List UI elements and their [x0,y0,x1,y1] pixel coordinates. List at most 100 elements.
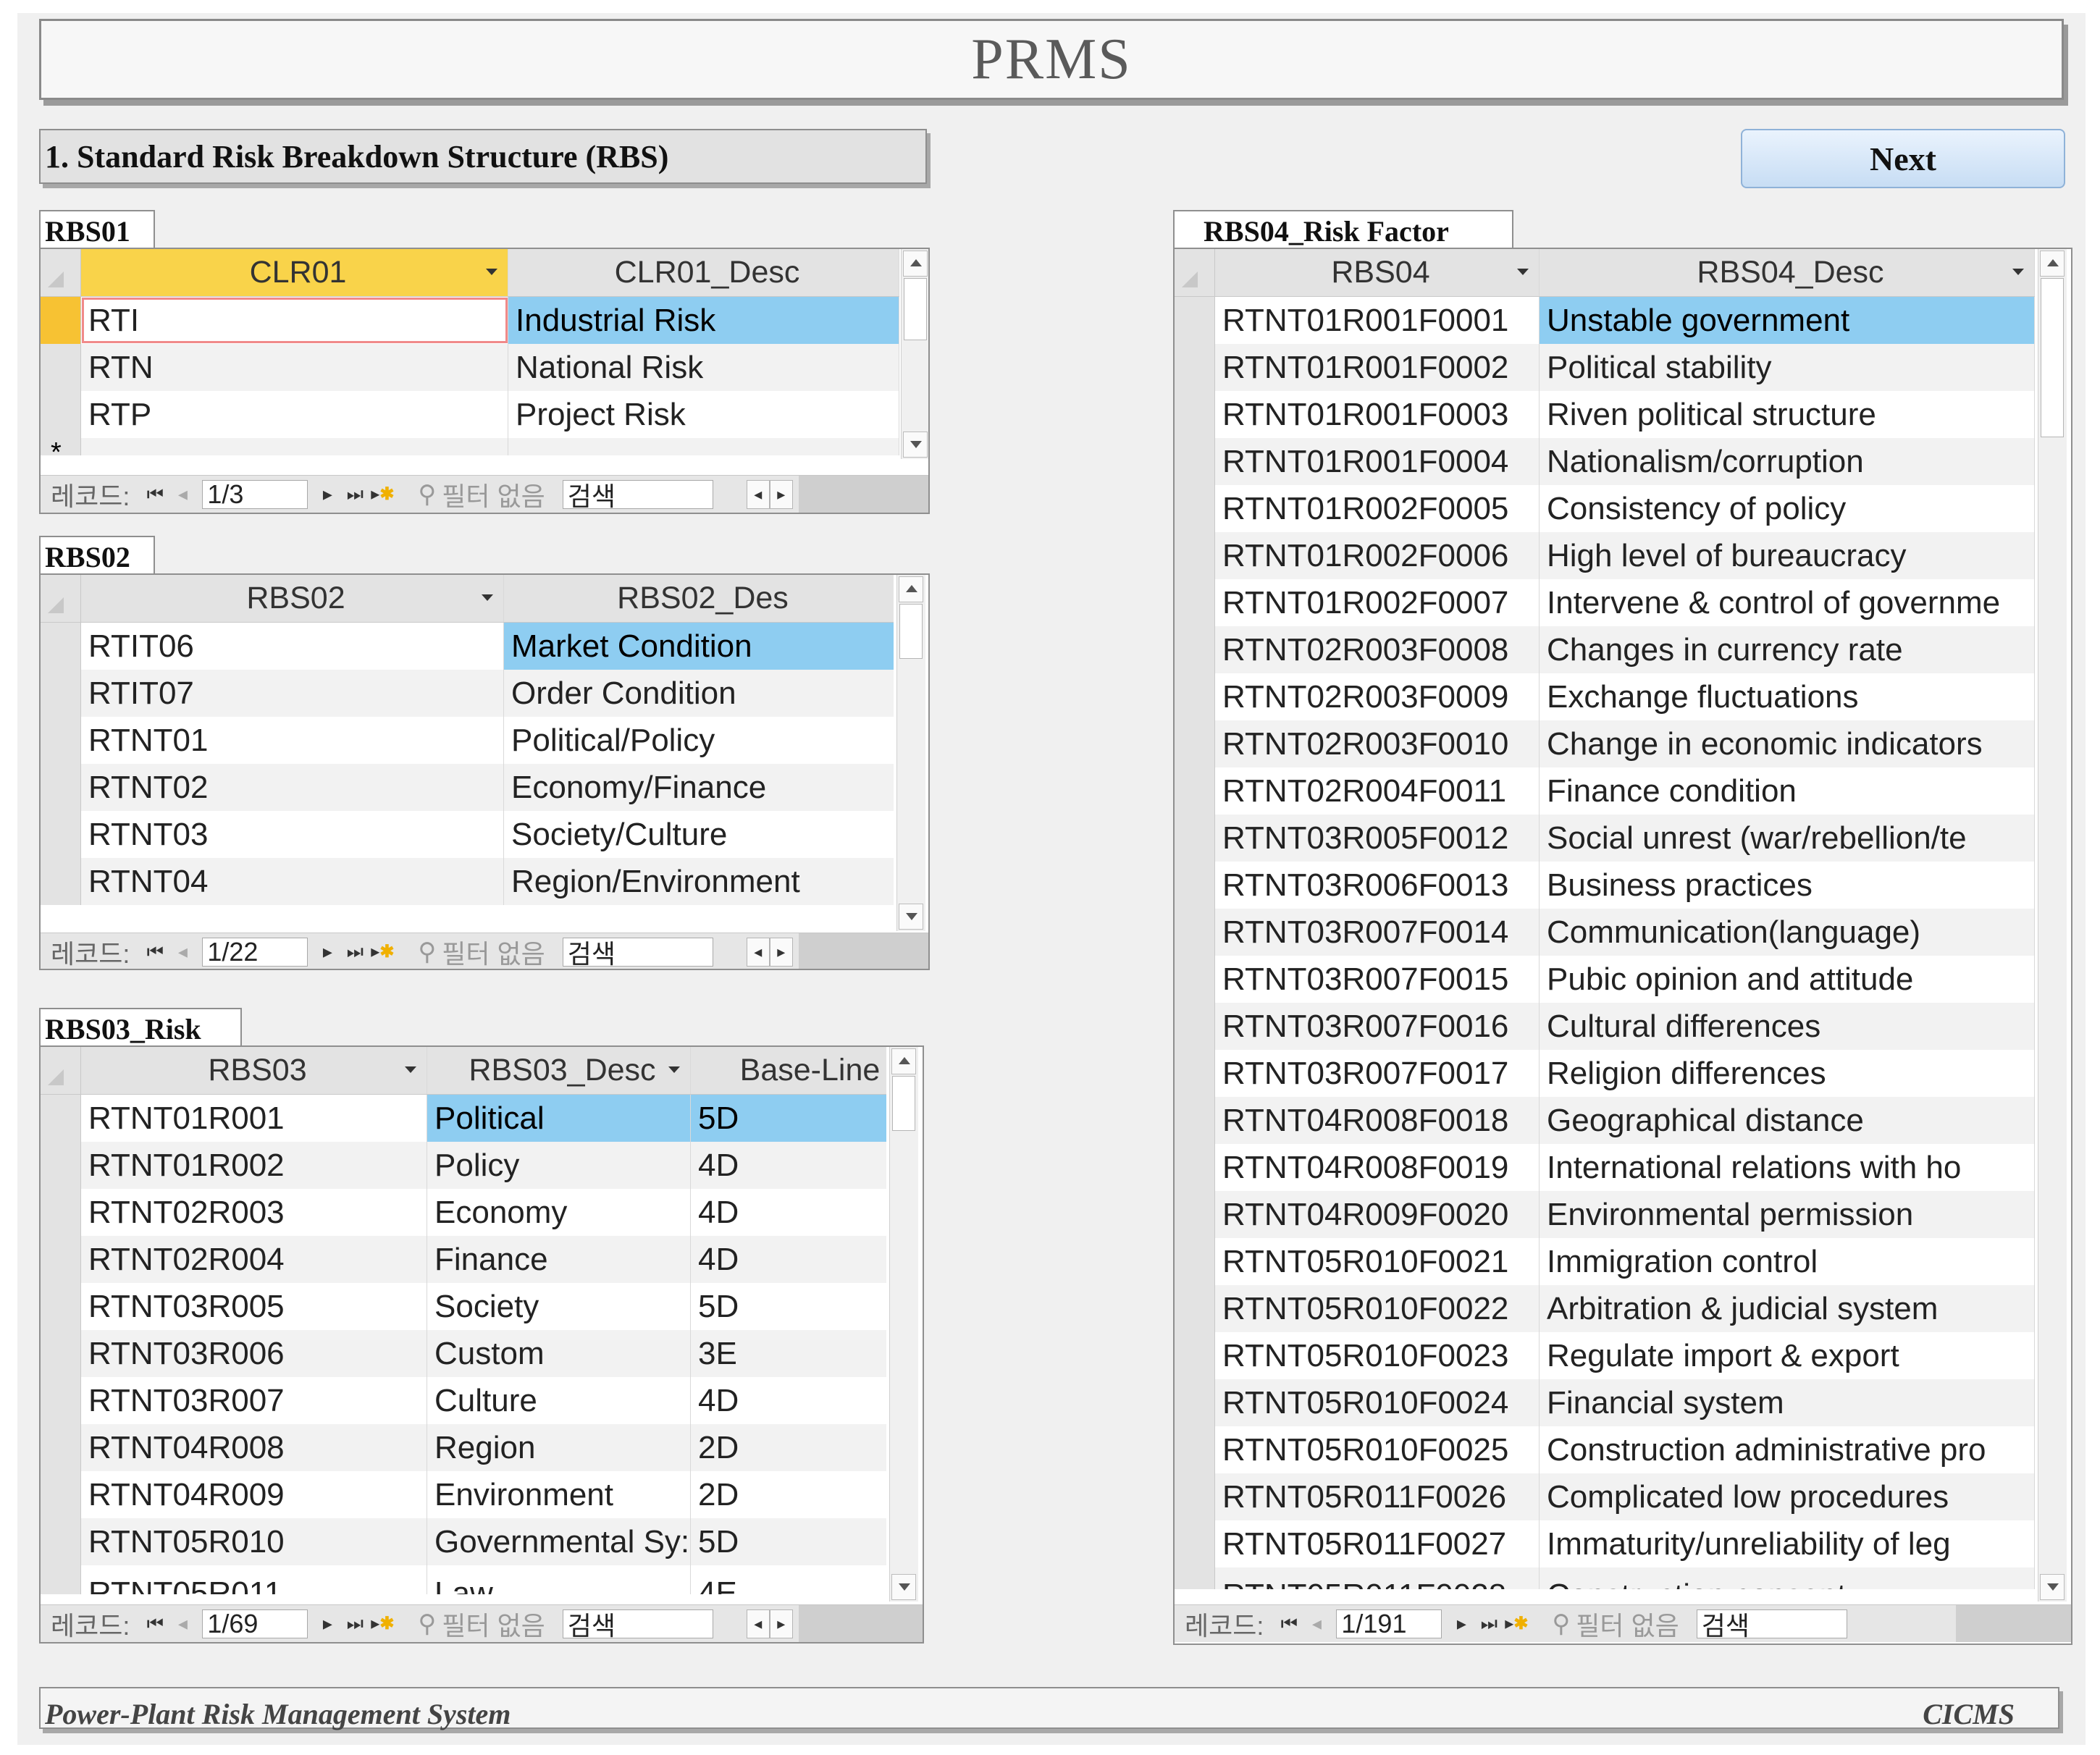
search-input[interactable]: 검색 [562,937,713,969]
table-cell[interactable]: Construction consent [1540,1567,2035,1589]
scroll-up-icon[interactable] [903,251,928,277]
table-cell[interactable]: Religion differences [1540,1050,2035,1097]
table-cell[interactable]: RTNT02 [81,764,504,811]
horizontal-scrollbar[interactable]: ◂ ▸ [746,479,793,509]
table-row[interactable]: RTNT02R004 Finance 4D [41,1236,886,1283]
table-cell[interactable]: RTNT05R010F0022 [1215,1285,1540,1332]
record-selector[interactable] [41,811,81,858]
record-selector[interactable] [1175,1238,1215,1285]
previous-record-icon[interactable]: ◂ [173,1609,192,1638]
record-selector[interactable] [41,717,81,764]
table-cell[interactable]: Finance [427,1236,691,1283]
table-cell[interactable]: Regulate import & export [1540,1332,2035,1379]
search-input[interactable]: 검색 [1696,1609,1847,1641]
record-position-field[interactable]: 1/22 [202,937,308,967]
table-cell[interactable]: Nationalism/corruption [1540,438,2035,485]
table-row[interactable]: RTNT02R004F0011 Finance condition [1175,767,2035,815]
table-cell[interactable]: RTNT03R007F0017 [1215,1050,1540,1097]
table-cell[interactable]: RTNT03R007F0014 [1215,909,1540,956]
select-all-corner[interactable] [41,249,81,296]
record-selector[interactable] [41,1189,81,1236]
scroll-down-icon[interactable] [2040,1574,2065,1600]
table-row[interactable]: RTNT02R003 Economy 4D [41,1189,886,1236]
next-record-icon[interactable]: ▸ [318,938,337,967]
column-header-rbs02[interactable]: RBS02 [81,575,504,622]
table-cell[interactable]: Communication(language) [1540,909,2035,956]
table-cell[interactable]: RTNT01R001F0001 [1215,297,1540,344]
scroll-thumb[interactable] [2041,278,2064,437]
table-cell[interactable]: Geographical distance [1540,1097,2035,1144]
record-selector[interactable] [41,670,81,717]
table-cell[interactable]: RTNT04R008F0019 [1215,1144,1540,1191]
table-row[interactable]: RTN National Risk [41,344,899,391]
table-cell[interactable]: Exchange fluctuations [1540,673,2035,720]
record-selector[interactable] [41,1283,81,1330]
record-selector[interactable] [41,623,81,670]
table-cell[interactable]: RTNT04 [81,858,504,905]
table-cell[interactable]: RTNT05R011F0027 [1215,1520,1540,1567]
table-cell[interactable]: Political stability [1540,344,2035,391]
table-cell[interactable]: Pubic opinion and attitude [1540,956,2035,1003]
scroll-left-icon[interactable]: ◂ [746,937,770,967]
table-cell[interactable]: RTNT03 [81,811,504,858]
vertical-scrollbar[interactable] [889,1047,918,1602]
table-cell[interactable]: RTNT05R010F0021 [1215,1238,1540,1285]
table-cell[interactable]: Immigration control [1540,1238,2035,1285]
rbs02-tab[interactable]: RBS02 [39,536,155,575]
table-row[interactable]: RTNT02R003F0010 Change in economic indica… [1175,720,2035,767]
table-cell[interactable]: Law [427,1565,691,1594]
last-record-icon[interactable]: ⏭ [345,1609,364,1638]
table-cell[interactable] [508,438,899,455]
table-cell[interactable]: RTNT03R006F0013 [1215,862,1540,909]
record-selector[interactable] [1175,1097,1215,1144]
scroll-thumb[interactable] [892,1076,915,1131]
table-row[interactable]: RTNT05R011 Law 4E [41,1565,886,1594]
table-row[interactable]: RTNT02 Economy/Finance [41,764,894,811]
table-cell[interactable]: RTNT02R004 [81,1236,427,1283]
vertical-scrollbar[interactable] [901,249,928,459]
table-cell[interactable]: Complicated low procedures [1540,1473,2035,1520]
record-selector[interactable] [1175,344,1215,391]
record-selector[interactable] [1175,815,1215,862]
table-row[interactable]: RTNT05R011F0027 Immaturity/unreliability … [1175,1520,2035,1567]
table-row[interactable]: RTNT01R002 Policy 4D [41,1142,886,1189]
table-cell[interactable]: Arbitration & judicial system [1540,1285,2035,1332]
filter-toggle[interactable]: ⚲ 필터 없음 [418,1605,545,1643]
table-row[interactable]: RTNT03R007F0014 Communication(language) [1175,909,2035,956]
select-all-corner[interactable] [1175,249,1215,296]
record-position-field[interactable]: 1/3 [202,479,308,509]
table-cell[interactable]: 4D [691,1377,886,1424]
table-row[interactable]: RTNT04R008F0019 International relations w… [1175,1144,2035,1191]
vertical-scrollbar[interactable] [896,575,925,931]
column-header-rbs04[interactable]: RBS04 [1215,249,1540,296]
first-record-icon[interactable]: ⏮ [146,480,164,509]
table-cell[interactable]: 5D [691,1095,886,1142]
record-selector[interactable] [1175,391,1215,438]
scroll-up-icon[interactable] [891,1048,916,1074]
scroll-down-icon[interactable] [891,1574,916,1600]
table-row[interactable]: RTNT02R003F0008 Changes in currency rate [1175,626,2035,673]
table-cell[interactable]: Environmental permission [1540,1191,2035,1238]
table-cell[interactable]: Society [427,1283,691,1330]
scroll-up-icon[interactable] [899,576,923,602]
column-header-rbs03-desc[interactable]: RBS03_Desc [427,1047,691,1094]
record-selector[interactable] [41,1142,81,1189]
table-row[interactable]: RTNT01 Political/Policy [41,717,894,764]
scroll-right-icon[interactable]: ▸ [769,937,793,967]
scroll-left-icon[interactable]: ◂ [746,1609,770,1638]
table-cell[interactable]: Region/Environment [504,858,894,905]
table-cell[interactable]: Immaturity/unreliability of leg [1540,1520,2035,1567]
table-cell[interactable]: Change in economic indicators [1540,720,2035,767]
table-cell[interactable]: RTNT04R009 [81,1471,427,1518]
filter-toggle[interactable]: ⚲ 필터 없음 [1552,1605,1679,1643]
search-input[interactable]: 검색 [562,1609,713,1641]
table-cell[interactable]: RTN [81,344,508,391]
table-cell[interactable]: National Risk [508,344,899,391]
table-cell[interactable]: RTNT01R001F0004 [1215,438,1540,485]
last-record-icon[interactable]: ⏭ [1479,1609,1498,1638]
record-selector[interactable] [41,1236,81,1283]
table-cell[interactable]: RTNT02R003F0009 [1215,673,1540,720]
record-selector[interactable] [41,344,81,391]
table-cell[interactable]: Social unrest (war/rebellion/te [1540,815,2035,862]
table-row[interactable]: RTP Project Risk [41,391,899,438]
